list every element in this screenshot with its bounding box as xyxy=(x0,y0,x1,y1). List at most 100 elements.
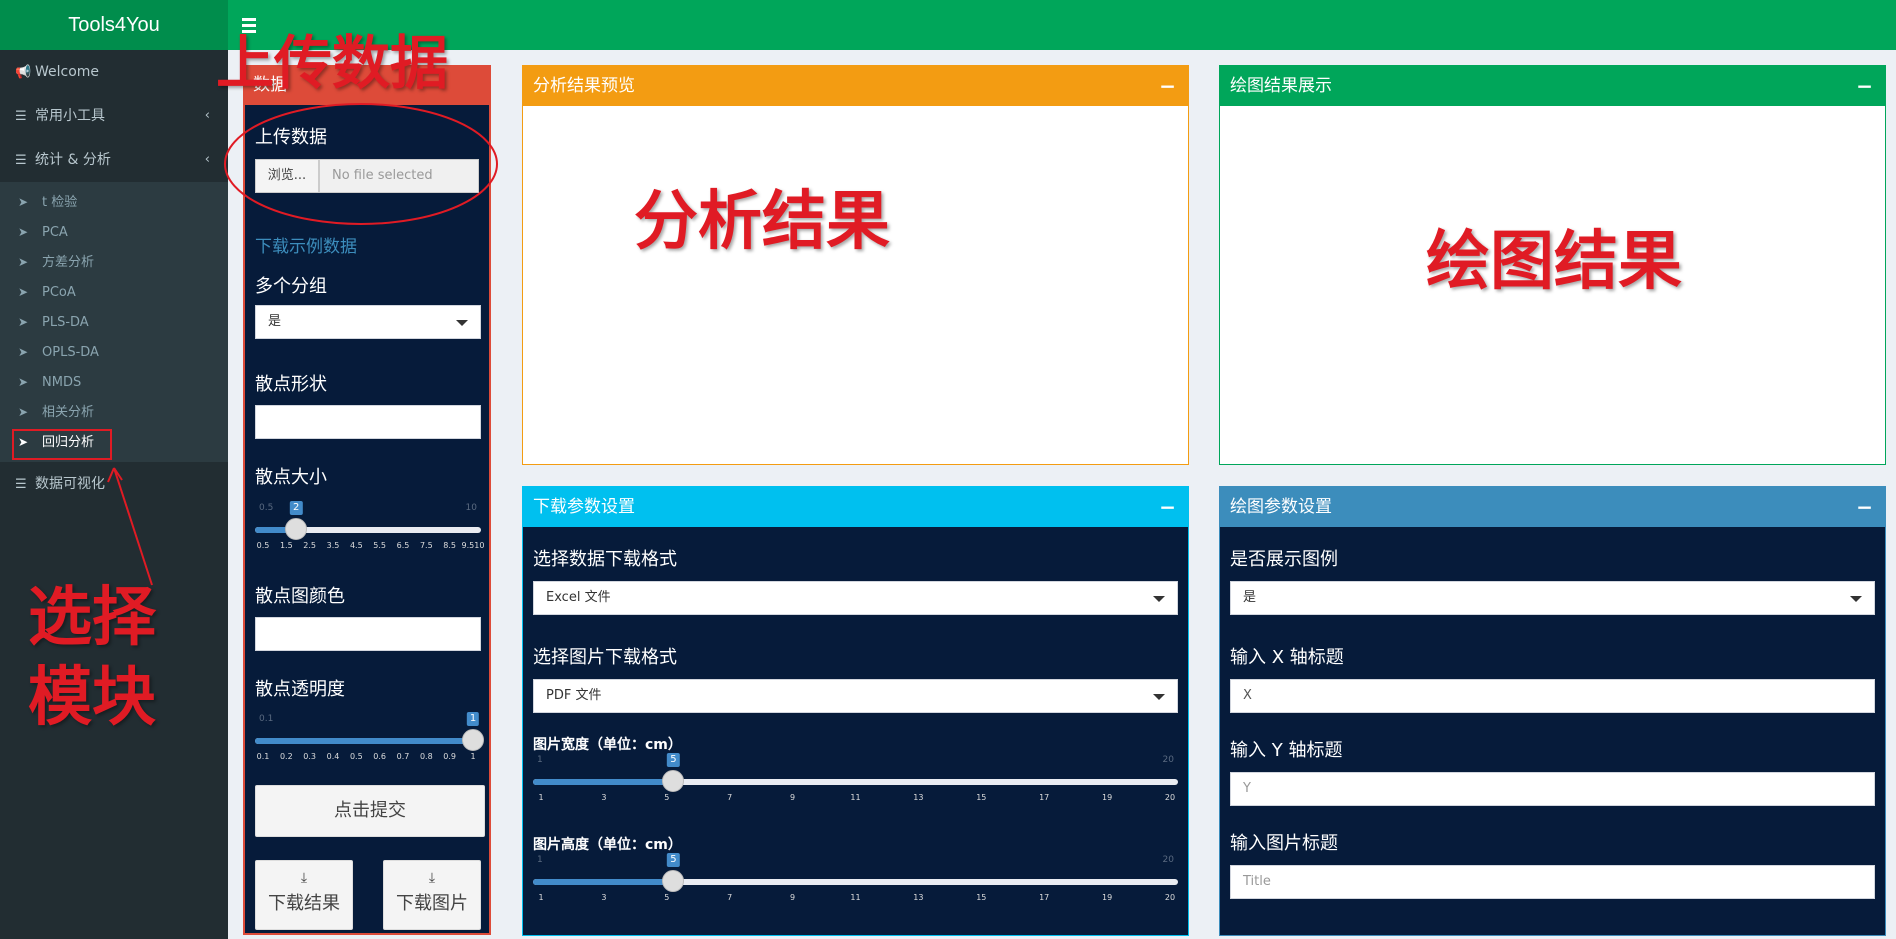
slider-value: 5 xyxy=(667,853,680,867)
caret-down-icon xyxy=(1153,694,1165,700)
sidebar-item-label: Welcome xyxy=(35,64,100,80)
paper-plane-icon: ➤ xyxy=(18,225,29,239)
size-slider[interactable]: 0.5 10 2 0.5 1.5 2.5 3.5 4.5 5.5 6.5 7.5 8.5 9.51… xyxy=(255,501,484,551)
slider-tick-label: 9 xyxy=(790,793,796,802)
slider-tick-label: 11 xyxy=(850,893,861,902)
slider-tick-label: 17 xyxy=(1039,793,1050,802)
slider-tick-label: 19 xyxy=(1102,893,1113,902)
height-slider[interactable]: 1 20 5 1 3 5 7 9 11 13 15 17 19 20 xyxy=(533,853,1178,903)
slider-tick-label: 11 xyxy=(850,793,861,802)
sidebar-item-tools[interactable]: ☰ 常用小工具 ‹ xyxy=(0,94,228,138)
collapse-icon[interactable]: − xyxy=(1159,66,1176,106)
annotation-plot: 绘图结果 xyxy=(1426,225,1682,299)
sub-item-label: 方差分析 xyxy=(42,255,95,270)
slider-tick-label: 0.1 xyxy=(256,752,270,761)
caret-down-icon xyxy=(456,320,468,326)
paper-plane-icon: ➤ xyxy=(18,345,29,359)
sidebar-item-welcome[interactable]: 📢 Welcome xyxy=(0,50,228,94)
slider-tick-label: 8.5 xyxy=(443,541,457,550)
image-format-select[interactable]: PDF 文件 xyxy=(533,679,1178,713)
legend-label: 是否展示图例 xyxy=(1230,549,1338,570)
image-format-label: 选择图片下载格式 xyxy=(533,647,677,668)
caret-down-icon xyxy=(1850,596,1862,602)
slider-tick-label: 0.7 xyxy=(396,752,410,761)
download-result-button[interactable]: ⤓ 下载结果 xyxy=(255,860,353,930)
slider-tick-label: 5.5 xyxy=(373,541,387,550)
select-value: 是 xyxy=(268,314,282,329)
slider-tick-label: 0.5 xyxy=(349,752,363,761)
slider-tick-label: 5 xyxy=(664,893,670,902)
sidebar-item-ttest[interactable]: ➤ t 检验 xyxy=(0,187,228,217)
slider-handle[interactable] xyxy=(462,729,484,751)
x-title-input[interactable]: X xyxy=(1230,679,1875,713)
multi-group-label: 多个分组 xyxy=(255,276,327,297)
collapse-icon[interactable]: − xyxy=(1159,487,1176,527)
sub-item-label: t 检验 xyxy=(42,195,78,210)
submit-button[interactable]: 点击提交 xyxy=(255,785,485,837)
slider-value: 1 xyxy=(466,712,480,726)
sidebar-item-stats[interactable]: ☰ 统计 & 分析 ‹ xyxy=(0,138,228,182)
slider-ticks: 0.1 0.2 0.3 0.4 0.5 0.6 0.7 0.8 0.9 1 xyxy=(255,752,481,764)
slider-max-label: 20 xyxy=(1162,755,1174,765)
sidebar-item-label: 统计 & 分析 xyxy=(35,152,111,168)
width-slider[interactable]: 1 20 5 1 3 5 7 9 11 13 15 17 19 20 xyxy=(533,753,1178,805)
figure-title-input[interactable]: Title xyxy=(1230,865,1875,899)
y-title-input[interactable]: Y xyxy=(1230,772,1875,806)
download-icon: ⤓ xyxy=(428,870,436,886)
analysis-panel: 分析结果预览 − xyxy=(522,65,1189,465)
multi-group-select[interactable]: 是 xyxy=(255,305,481,339)
data-format-label: 选择数据下载格式 xyxy=(533,549,677,570)
sidebar-item-pca[interactable]: ➤ PCA xyxy=(0,217,228,247)
sub-item-label: NMDS xyxy=(42,375,82,390)
slider-handle[interactable] xyxy=(662,870,685,892)
sidebar-item-oplsda[interactable]: ➤ OPLS-DA xyxy=(0,337,228,367)
annotation-select-1: 选择 xyxy=(28,581,156,655)
shape-input[interactable] xyxy=(255,405,481,439)
app-logo[interactable]: Tools4You xyxy=(0,0,228,50)
analysis-panel-header: 分析结果预览 − xyxy=(523,66,1188,106)
paper-plane-icon: ➤ xyxy=(18,405,29,419)
size-label: 散点大小 xyxy=(255,467,327,488)
download-panel-header: 下载参数设置 − xyxy=(523,487,1188,527)
alpha-slider[interactable]: 0.1 1 1 0.1 0.2 0.3 0.4 0.5 0.6 0.7 0.8 0.9 1 xyxy=(255,712,484,764)
slider-tick-label: 3 xyxy=(601,793,607,802)
slider-tick-label: 4.5 xyxy=(349,541,363,550)
slider-min-label: 0.5 xyxy=(259,503,274,513)
color-input[interactable] xyxy=(255,617,481,651)
download-example-link[interactable]: 下载示例数据 xyxy=(255,232,357,257)
collapse-icon[interactable]: − xyxy=(1856,66,1873,106)
download-image-button[interactable]: ⤓ 下载图片 xyxy=(383,860,481,930)
slider-ticks: 1 3 5 7 9 11 13 15 17 19 20 xyxy=(533,793,1178,805)
sidebar-item-correlation[interactable]: ➤ 相关分析 xyxy=(0,397,228,427)
slider-handle[interactable] xyxy=(285,518,308,540)
color-label: 散点图颜色 xyxy=(255,586,345,607)
slider-handle[interactable] xyxy=(662,770,685,792)
data-format-select[interactable]: Excel 文件 xyxy=(533,581,1178,615)
slider-tick-label: 0.9 xyxy=(443,752,457,761)
panel-title: 绘图参数设置 xyxy=(1230,497,1332,517)
paper-plane-icon: ➤ xyxy=(18,315,29,329)
slider-min-label: 0.1 xyxy=(259,714,274,724)
slider-tick-label: 15 xyxy=(976,793,987,802)
select-value: 是 xyxy=(1243,590,1257,605)
slider-tick-label: 5 xyxy=(664,793,670,802)
slider-fill xyxy=(533,779,674,785)
height-label: 图片高度（单位：cm） xyxy=(533,837,682,853)
slider-value: 2 xyxy=(289,501,303,515)
sidebar-item-label: 常用小工具 xyxy=(35,108,105,124)
sidebar-item-anova[interactable]: ➤ 方差分析 xyxy=(0,247,228,277)
sidebar-item-plsda[interactable]: ➤ PLS-DA xyxy=(0,307,228,337)
slider-tick-label: 7.5 xyxy=(419,541,433,550)
list-icon: ☰ xyxy=(15,477,27,492)
sidebar-item-regression[interactable]: ➤ 回归分析 xyxy=(0,427,228,460)
collapse-icon[interactable]: − xyxy=(1856,487,1873,527)
annotation-upload-ellipse xyxy=(224,103,498,225)
shape-label: 散点形状 xyxy=(255,374,327,395)
slider-tick-label: 9 xyxy=(790,893,796,902)
sidebar-item-nmds[interactable]: ➤ NMDS xyxy=(0,367,228,397)
plot-params-panel: 绘图参数设置 − 是否展示图例 是 输入 X 轴标题 X 输入 Y 轴标题 Y … xyxy=(1219,486,1886,936)
sidebar-item-pcoa[interactable]: ➤ PCoA xyxy=(0,277,228,307)
paper-plane-icon: ➤ xyxy=(18,255,29,269)
slider-tick-label: 0.3 xyxy=(303,752,317,761)
legend-select[interactable]: 是 xyxy=(1230,581,1875,615)
